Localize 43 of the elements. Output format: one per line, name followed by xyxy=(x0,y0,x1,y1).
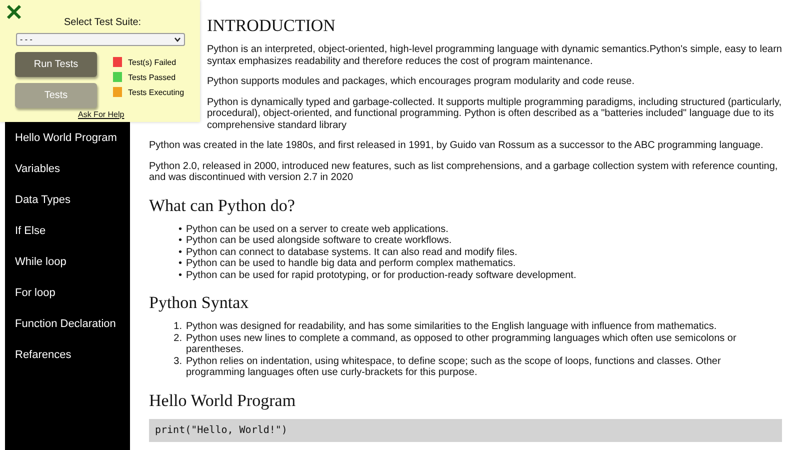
help-link[interactable]: Ask For Help xyxy=(78,110,124,119)
sidebar-link[interactable]: While loop xyxy=(5,248,130,276)
sidebar-link[interactable]: Data Types xyxy=(5,186,130,214)
sidebar-link[interactable]: Function Declaration xyxy=(5,310,130,338)
list-item: Python relies on indentation, using whitespace, to define scope; such as the scope of loops, functions and classes. Other programming languages often use curly-brackets for this purpose. xyxy=(186,356,722,378)
list-marker: 2. xyxy=(172,332,182,346)
chevron-icon xyxy=(174,37,181,42)
list-item: Python can be used to handle big data and perform complex mathematics. xyxy=(186,258,516,270)
list-marker: • xyxy=(177,246,182,258)
section-heading: INTRODUCTION xyxy=(207,16,336,36)
list-marker: 1. xyxy=(172,321,182,332)
paragraph: Python was created in the late 1980s, and first released in 1991, by Guido van Rossum as a successor to the ABC programming language. xyxy=(149,140,764,152)
list-item: Python uses new lines to complete a command, as opposed to other programming languages which often use semicolons or parentheses. xyxy=(186,332,738,356)
paragraph: Python 2.0, released in 2000, introduced new features, such as list comprehensions, and a garbage collection system with reference counting, and was discontinued with version 2.7 in 2020 xyxy=(149,160,779,184)
list-item: Python can be used on a server to create web applications. xyxy=(186,224,448,235)
section-heading: Python Syntax xyxy=(149,293,250,313)
list-marker: • xyxy=(177,270,182,281)
section-heading: Hello World Program xyxy=(149,390,297,410)
sidebar-link[interactable]: Refarences xyxy=(5,341,130,369)
paragraph: Python supports modules and packages, which encourages program modularity and code reuse. xyxy=(207,76,636,88)
sidebar-link[interactable]: Hello World Program xyxy=(5,124,130,152)
sidebar-link[interactable]: If Else xyxy=(5,217,130,245)
list-marker: • xyxy=(177,235,182,246)
code-block: print("Hello, World!") xyxy=(149,418,782,442)
list-marker: • xyxy=(177,258,182,270)
suite-label: Select Test Suite: xyxy=(64,17,142,28)
list-item: Python can connect to database systems. It can also read and modify files. xyxy=(186,246,518,258)
paragraph: Python is an interpreted, object-oriented, high-level programming language with dynamic semantics.Python's simple, easy to learn syntax emphasizes readability and therefore reduces the cost of program maintenance. xyxy=(207,44,782,67)
sidebar-link[interactable]: For loop xyxy=(5,279,130,307)
close-icon[interactable] xyxy=(6,4,22,20)
test-button[interactable]: Run Tests xyxy=(15,52,97,77)
paragraph: Python is dynamically typed and garbage-collected. It supports multiple programming paradigms, including structured (particularly, procedural), object-oriented, and functional programming. Python is often described as a "batteries included" language due to its comprehensive standard library xyxy=(207,96,782,131)
list-item: Python was designed for readability, and has some similarities to the English language with influence from mathematics. xyxy=(186,321,717,332)
list-marker: 3. xyxy=(172,356,182,368)
list-item: Python can be used for rapid prototyping, or for production-ready software development. xyxy=(186,270,576,281)
sidebar-link[interactable]: Variables xyxy=(5,155,130,183)
suite-dropdown[interactable]: - - - xyxy=(16,33,185,46)
legend-label: Test(s) Failed xyxy=(128,58,176,66)
section-heading: What can Python do? xyxy=(149,196,296,216)
list-marker: • xyxy=(177,224,182,235)
legend-label: Tests Passed xyxy=(128,72,176,82)
list-item: Python can be used alongside software to create workflows. xyxy=(186,235,452,246)
legend-label: Tests Executing xyxy=(128,88,184,96)
